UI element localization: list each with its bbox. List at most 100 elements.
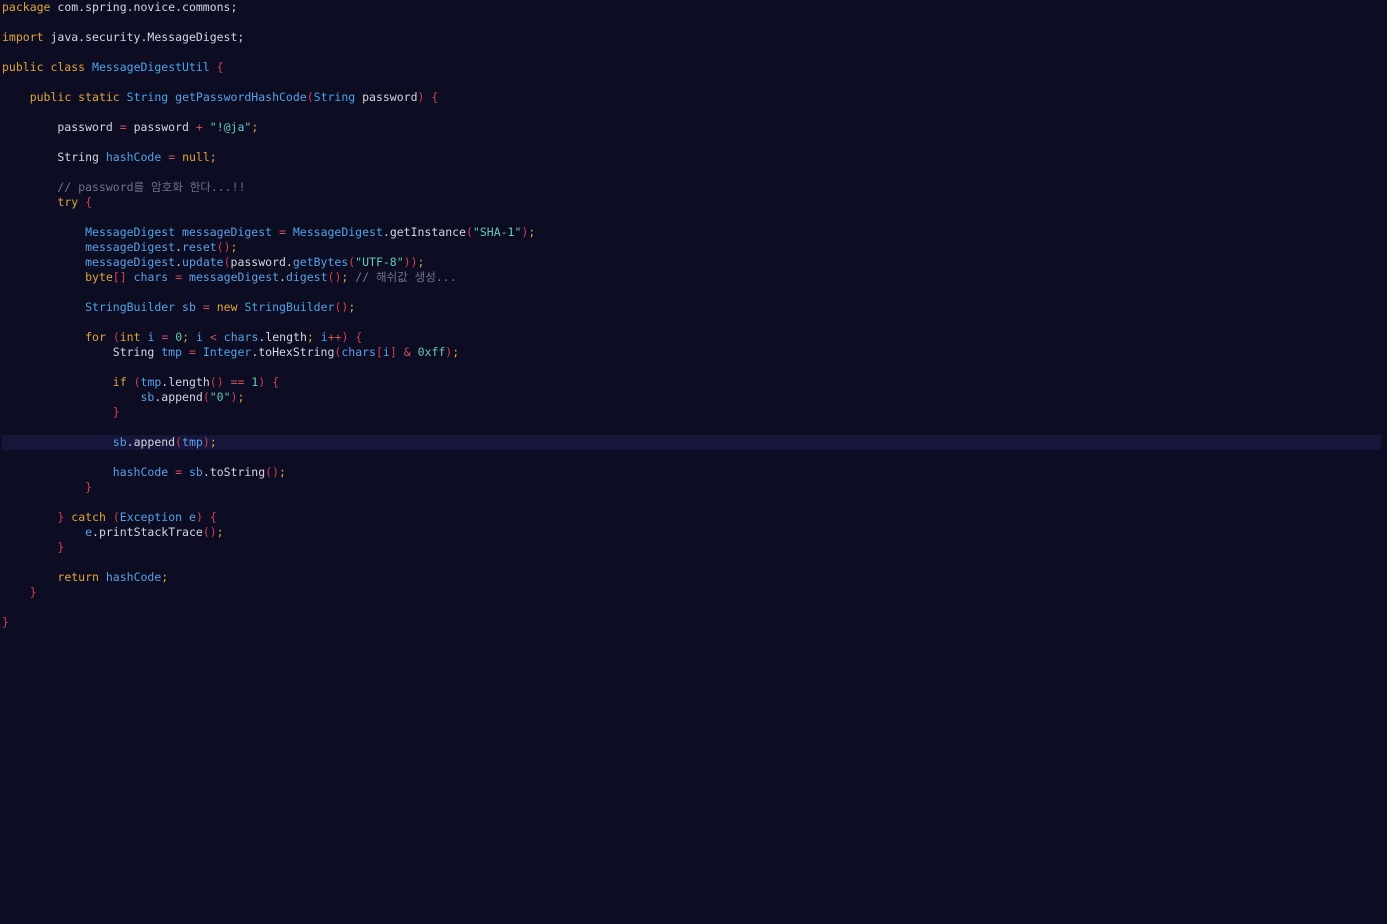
code-token: int [119, 330, 141, 344]
code-line[interactable] [2, 360, 1381, 375]
code-token: () [334, 300, 349, 314]
code-token: ( [112, 330, 120, 344]
code-token: ( [202, 390, 210, 404]
code-token: ; [528, 225, 536, 239]
code-token: } [57, 540, 65, 554]
code-line[interactable]: return hashCode; [2, 570, 1381, 585]
code-token: // password를 암호화 한다...!! [2, 180, 246, 194]
code-line[interactable] [2, 45, 1381, 60]
code-line[interactable] [2, 15, 1381, 30]
code-line[interactable] [2, 75, 1381, 90]
code-line[interactable] [2, 495, 1381, 510]
code-token: ] [389, 345, 397, 359]
code-token: catch [71, 510, 106, 524]
code-token: reset [182, 240, 217, 254]
code-token: ; [348, 300, 356, 314]
code-line[interactable]: messageDigest.update(password.getBytes("… [2, 255, 1381, 270]
code-line[interactable]: } [2, 615, 1381, 630]
code-token: ; [230, 240, 238, 254]
code-line[interactable]: for (int i = 0; i < chars.length; i++) { [2, 330, 1381, 345]
code-line[interactable]: messageDigest.reset(); [2, 240, 1381, 255]
code-token: update [182, 255, 224, 269]
code-line[interactable]: public class MessageDigestUtil { [2, 60, 1381, 75]
code-line[interactable]: } catch (Exception e) { [2, 510, 1381, 525]
code-editor[interactable]: package com.spring.novice.commons; import… [0, 0, 1387, 924]
code-line[interactable] [2, 315, 1381, 330]
code-token: } [29, 585, 37, 599]
code-token: sb [112, 435, 127, 449]
code-token: ; [452, 345, 460, 359]
code-token: ; [279, 465, 286, 479]
code-line[interactable]: } [2, 405, 1381, 420]
code-line[interactable] [2, 555, 1381, 570]
code-token: e [85, 525, 93, 539]
code-line[interactable]: import java.security.MessageDigest; [2, 30, 1381, 45]
code-line[interactable]: package com.spring.novice.commons; [2, 0, 1381, 15]
code-line[interactable]: byte[] chars = messageDigest.digest(); /… [2, 270, 1381, 285]
code-token: { [355, 330, 363, 344]
code-line[interactable]: sb.append("0"); [2, 390, 1381, 405]
code-token: ; [306, 330, 314, 344]
code-token: ; [417, 255, 425, 269]
code-line[interactable]: String hashCode = null; [2, 150, 1381, 165]
code-line[interactable] [2, 210, 1381, 225]
code-line[interactable] [2, 105, 1381, 120]
code-token: String [126, 90, 169, 104]
code-line[interactable] [2, 165, 1381, 180]
code-line[interactable]: // password를 암호화 한다...!! [2, 180, 1381, 195]
code-token: .length [258, 330, 307, 344]
code-line[interactable] [2, 420, 1381, 435]
code-line[interactable] [2, 600, 1381, 615]
code-token: () [202, 525, 217, 539]
code-line[interactable] [2, 135, 1381, 150]
code-token: . [175, 255, 183, 269]
code-token: .printStackTrace [92, 525, 203, 539]
code-token: = [188, 345, 196, 359]
code-line[interactable]: } [2, 585, 1381, 600]
code-line[interactable]: password = password + "!@ja"; [2, 120, 1381, 135]
code-token: getPasswordHashCode [175, 90, 307, 104]
code-line[interactable]: e.printStackTrace(); [2, 525, 1381, 540]
code-token: ++ [327, 330, 342, 344]
code-line[interactable] [2, 450, 1381, 465]
code-token: password [126, 120, 196, 134]
code-token: Integer [202, 345, 252, 359]
code-line[interactable]: String tmp = Integer.toHexString(chars[i… [2, 345, 1381, 360]
code-token: chars [223, 330, 259, 344]
current-code-line[interactable]: sb.append(tmp); [2, 435, 1381, 450]
code-line[interactable]: } [2, 480, 1381, 495]
code-token: i [196, 330, 203, 344]
code-line[interactable]: } [2, 540, 1381, 555]
code-token: hashCode [105, 150, 162, 164]
code-line[interactable]: public static String getPasswordHashCode… [2, 90, 1381, 105]
code-token: { [431, 90, 439, 104]
code-line[interactable]: if (tmp.length() == 1) { [2, 375, 1381, 390]
code-line[interactable]: MessageDigest messageDigest = MessageDig… [2, 225, 1381, 240]
code-token: () [327, 270, 342, 284]
code-line[interactable]: try { [2, 195, 1381, 210]
code-line[interactable] [2, 285, 1381, 300]
code-line[interactable]: StringBuilder sb = new StringBuilder(); [2, 300, 1381, 315]
code-line[interactable]: hashCode = sb.toString(); [2, 465, 1381, 480]
code-area[interactable]: package com.spring.novice.commons; import… [2, 0, 1381, 630]
